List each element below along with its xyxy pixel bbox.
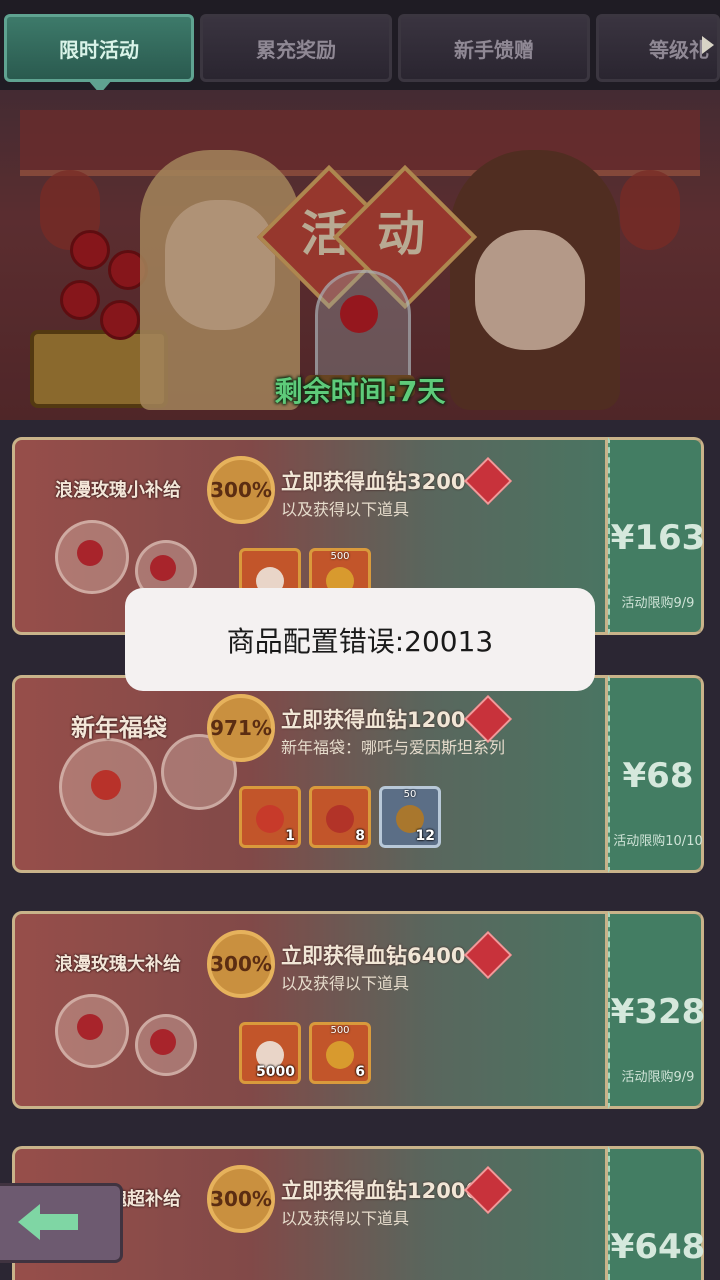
bonus-badge: 300% xyxy=(207,1165,275,1233)
chevron-right-icon[interactable] xyxy=(702,36,714,54)
gear-coin-icon xyxy=(326,1041,354,1069)
buy-button[interactable]: ¥328 活动限购9/9 xyxy=(608,911,706,1109)
tab-limited-event[interactable]: 限时活动 xyxy=(4,14,194,82)
bonus-badge: 300% xyxy=(207,456,275,524)
offer-sub-text: 以及获得以下道具 xyxy=(281,1209,410,1228)
error-toast: 商品配置错误:20013 xyxy=(125,588,595,691)
offer-card-body: 浪漫玫瑰大补给 300% 立即获得血钻6400 以及获得以下道具 5000 50… xyxy=(12,911,608,1109)
price: ¥68 xyxy=(622,756,694,796)
price: ¥648 xyxy=(610,1227,706,1267)
offer-main-reward: 立即获得血钻3200 xyxy=(281,470,466,494)
reward-item[interactable]: 8 xyxy=(309,786,371,848)
blood-diamond-icon xyxy=(463,456,513,506)
event-banner: 活 动 剩余时间:7天 xyxy=(0,90,720,420)
lucky-bag-icon xyxy=(256,805,284,833)
offer-main-reward: 立即获得血钻6400 xyxy=(281,944,466,968)
arrow-left-icon xyxy=(18,1204,40,1240)
bonus-badge: 300% xyxy=(207,930,275,998)
remaining-time: 剩余时间:7天 xyxy=(274,375,446,408)
blood-diamond-icon xyxy=(463,930,513,980)
back-button[interactable] xyxy=(0,1183,123,1263)
offer-name: 新年福袋 xyxy=(71,714,167,742)
offer-sub-text: 新年福袋：哪吒与爱因斯坦系列 xyxy=(281,738,506,757)
reward-item[interactable]: 1 xyxy=(239,786,301,848)
lucky-bag-icon xyxy=(326,805,354,833)
purchase-limit: 活动限购9/9 xyxy=(621,596,695,611)
offer-sub-text: 以及获得以下道具 xyxy=(281,974,410,993)
offer-card-body: 新年福袋 971% 立即获得血钻1200 新年福袋：哪吒与爱因斯坦系列 1 8 … xyxy=(12,675,608,873)
buy-button[interactable]: ¥163 活动限购9/9 xyxy=(608,437,706,635)
price: ¥163 xyxy=(610,518,706,558)
offer-name: 浪漫玫瑰小补给 xyxy=(55,480,181,501)
buy-button[interactable]: ¥648 xyxy=(608,1146,706,1280)
blood-diamond-icon xyxy=(463,1165,513,1215)
bonus-badge: 971% xyxy=(207,694,275,762)
tab-recharge-reward[interactable]: 累充奖励 xyxy=(200,14,392,82)
offer-card: 浪漫玫瑰大补给 300% 立即获得血钻6400 以及获得以下道具 5000 50… xyxy=(12,911,706,1109)
offer-main-reward: 立即获得血钻12000 xyxy=(281,1179,481,1203)
reward-item[interactable]: 500 6 xyxy=(309,1022,371,1084)
tab-bar: 限时活动 累充奖励 新手馈赠 等级礼 xyxy=(0,0,720,94)
purchase-limit: 活动限购9/9 xyxy=(621,1070,695,1085)
tab-newbie-gift[interactable]: 新手馈赠 xyxy=(398,14,590,82)
buy-button[interactable]: ¥68 活动限购10/10 xyxy=(608,675,704,873)
price: ¥328 xyxy=(610,992,706,1032)
purchase-limit: 活动限购10/10 xyxy=(613,834,703,849)
reward-item[interactable]: 50 12 xyxy=(379,786,441,848)
offer-card: 新年福袋 971% 立即获得血钻1200 新年福袋：哪吒与爱因斯坦系列 1 8 … xyxy=(12,675,704,873)
reward-item[interactable]: 5000 xyxy=(239,1022,301,1084)
offer-name: 浪漫玫瑰大补给 xyxy=(55,954,181,975)
offer-main-reward: 立即获得血钻1200 xyxy=(281,708,466,732)
offer-sub-text: 以及获得以下道具 xyxy=(281,500,410,519)
